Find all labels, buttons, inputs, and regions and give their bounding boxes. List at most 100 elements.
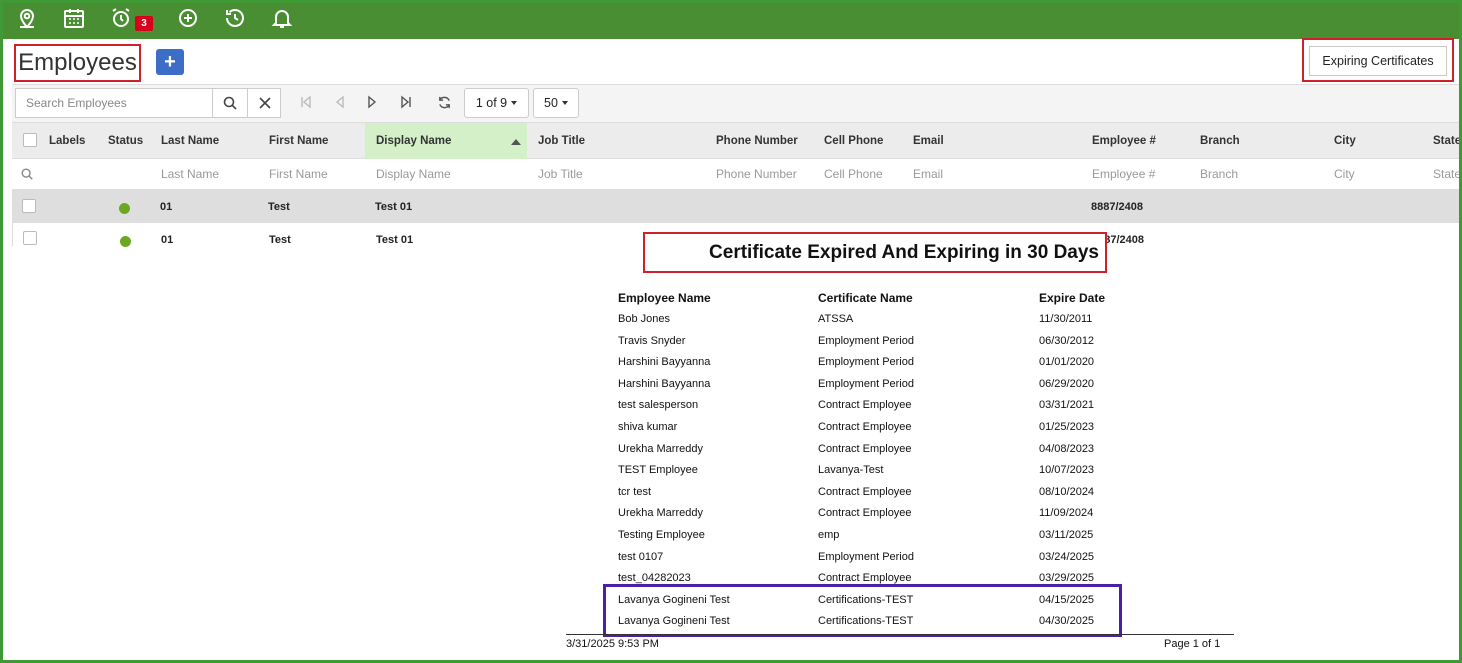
report-cell-employee-name: Bob Jones: [618, 313, 670, 325]
alarm-count-badge: 3: [135, 16, 153, 31]
next-page-icon[interactable]: [364, 94, 380, 110]
report-cell-expire-date: 08/10/2024: [1039, 486, 1095, 498]
column-header-labels[interactable]: Labels: [49, 123, 85, 159]
report-cell-employee-name: Harshini Bayyanna: [618, 356, 711, 368]
report-row: Urekha Marreddy Contract Employee 11/09/20…: [0, 507, 1462, 528]
report-cell-employee-name: Testing Employee: [618, 529, 705, 541]
column-header-status[interactable]: Status: [108, 123, 143, 159]
page-size-label: 50: [544, 96, 558, 110]
search-button[interactable]: [212, 89, 247, 117]
report-footer-divider: [566, 634, 1234, 635]
page-size-selector[interactable]: 50: [533, 88, 579, 118]
report-cell-certificate-name: Contract Employee: [818, 399, 912, 411]
report-cell-expire-date: 06/29/2020: [1039, 378, 1095, 390]
add-employee-button[interactable]: +: [156, 49, 184, 75]
report-cell-employee-name: Urekha Marreddy: [618, 443, 703, 455]
report-row: shiva kumar Contract Employee 01/25/2023: [0, 421, 1462, 442]
filter-state[interactable]: State: [1433, 167, 1461, 181]
report-row: test salesperson Contract Employee 03/31/2…: [0, 399, 1462, 420]
alarm-clock-icon[interactable]: [108, 5, 134, 31]
expiring-certificates-highlight: Expiring Certificates: [1302, 38, 1454, 82]
column-header-city[interactable]: City: [1334, 123, 1356, 159]
report-cell-certificate-name: ATSSA: [818, 313, 854, 325]
status-dot: [120, 236, 131, 247]
report-row: Bob Jones ATSSA 11/30/2011: [0, 313, 1462, 334]
filter-search-icon: [21, 168, 33, 180]
column-header-cell-phone[interactable]: Cell Phone: [824, 123, 883, 159]
search-icon: [223, 96, 237, 110]
page-label: 1 of 9: [475, 96, 508, 110]
report-row: Travis Snyder Employment Period 06/30/2012: [0, 335, 1462, 356]
search-box: [15, 88, 281, 118]
filter-first-name[interactable]: First Name: [269, 167, 328, 181]
clear-search-button[interactable]: [247, 89, 282, 117]
row-checkbox[interactable]: [23, 231, 37, 245]
calendar-icon[interactable]: [61, 5, 87, 31]
filter-row: Last Name First Name Display Name Job Ti…: [12, 159, 1462, 190]
expiring-certificates-button[interactable]: Expiring Certificates: [1309, 46, 1447, 76]
column-header-first-name[interactable]: First Name: [269, 123, 328, 159]
grid-toolbar: 1 of 9 50: [12, 84, 1462, 122]
filter-display-name[interactable]: Display Name: [376, 167, 451, 181]
cell-last-name: 01: [161, 234, 174, 246]
report-cell-employee-name: tcr test: [618, 486, 652, 498]
column-header-display-name[interactable]: Display Name: [365, 123, 527, 159]
history-icon[interactable]: [222, 5, 248, 31]
previous-page-icon[interactable]: [332, 94, 348, 110]
filter-cell-phone[interactable]: Cell Phone: [824, 167, 883, 181]
report-row: Harshini Bayyanna Employment Period 01/01/…: [0, 356, 1462, 377]
filter-job-title[interactable]: Job Title: [538, 167, 583, 181]
chevron-down-icon: [511, 101, 518, 105]
column-header-employee-number[interactable]: Employee #: [1092, 123, 1156, 159]
refresh-icon[interactable]: [436, 94, 452, 110]
cell-employee-number: 8887/2408: [1091, 201, 1143, 213]
column-header-last-name[interactable]: Last Name: [161, 123, 219, 159]
highlight-box: [603, 584, 1122, 637]
report-cell-certificate-name: Employment Period: [818, 551, 914, 563]
report-cell-expire-date: 04/08/2023: [1039, 443, 1095, 455]
filter-branch[interactable]: Branch: [1200, 167, 1238, 181]
report-title: Certificate Expired And Expiring in 30 D…: [643, 232, 1107, 273]
report-cell-certificate-name: Contract Employee: [818, 507, 912, 519]
column-header-email[interactable]: Email: [913, 123, 944, 159]
column-header-job-title[interactable]: Job Title: [538, 123, 585, 159]
column-header-phone-number[interactable]: Phone Number: [716, 123, 798, 159]
report-cell-expire-date: 03/11/2025: [1039, 529, 1094, 541]
last-page-icon[interactable]: [398, 94, 414, 110]
report-cell-certificate-name: Contract Employee: [818, 486, 912, 498]
search-input[interactable]: [16, 89, 212, 117]
filter-employee-number[interactable]: Employee #: [1092, 167, 1155, 181]
status-dot: [119, 203, 130, 214]
report-row: test 0107 Employment Period 03/24/2025: [0, 551, 1462, 572]
report-cell-expire-date: 03/29/2025: [1039, 572, 1095, 584]
report-cell-expire-date: 11/09/2024: [1039, 507, 1094, 519]
report-header-expire-date: Expire Date: [1039, 291, 1106, 305]
report-cell-expire-date: 01/01/2020: [1039, 356, 1095, 368]
first-page-icon[interactable]: [298, 94, 314, 110]
column-header-branch[interactable]: Branch: [1200, 123, 1240, 159]
bell-icon[interactable]: [269, 5, 295, 31]
report-cell-expire-date: 03/31/2021: [1039, 399, 1095, 411]
report-cell-expire-date: 11/30/2011: [1039, 313, 1093, 325]
cell-first-name: Test: [269, 234, 291, 246]
row-checkbox[interactable]: [22, 199, 36, 213]
location-pin-icon[interactable]: [14, 5, 40, 31]
column-header-state[interactable]: State: [1433, 123, 1461, 159]
report-cell-certificate-name: Contract Employee: [818, 572, 912, 584]
select-all-checkbox[interactable]: [23, 133, 37, 147]
table-row[interactable]: 01 Test Test 01 8887/2408: [12, 190, 1462, 223]
filter-city[interactable]: City: [1334, 167, 1355, 181]
cell-display-name: Test 01: [375, 201, 413, 213]
report-cell-certificate-name: Employment Period: [818, 335, 914, 347]
report-cell-employee-name: TEST Employee: [618, 464, 698, 476]
cell-display-name: Test 01: [376, 234, 414, 246]
plus-circle-icon[interactable]: [175, 5, 201, 31]
report-cell-employee-name: test 0107: [618, 551, 664, 563]
report-cell-employee-name: shiva kumar: [618, 421, 678, 433]
report-cell-certificate-name: Employment Period: [818, 378, 914, 390]
report-cell-certificate-name: Lavanya-Test: [818, 464, 884, 476]
page-selector[interactable]: 1 of 9: [464, 88, 529, 118]
filter-last-name[interactable]: Last Name: [161, 167, 219, 181]
filter-email[interactable]: Email: [913, 167, 943, 181]
filter-phone-number[interactable]: Phone Number: [716, 167, 797, 181]
